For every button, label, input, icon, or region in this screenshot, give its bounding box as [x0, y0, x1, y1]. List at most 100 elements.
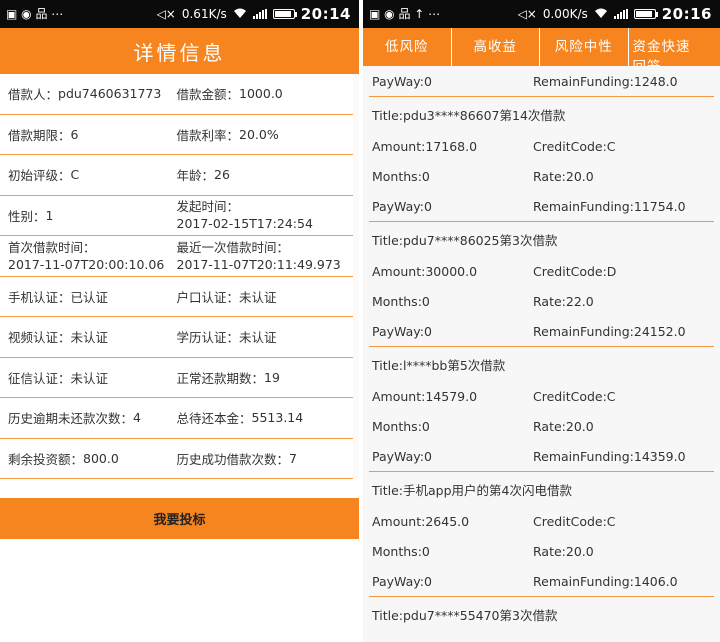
- tab-fast-return[interactable]: 资金快速回笼: [629, 28, 720, 66]
- status-left-icons: ▣ ◉ 品 ↑ ⋯: [369, 8, 440, 20]
- notification-icons: ▣ ◉ 品 ⋯: [6, 7, 64, 21]
- detail-row: 剩余投资额： 800.0 历史成功借款次数： 7: [0, 438, 354, 479]
- field-label: 总待还本金：: [176, 411, 252, 427]
- field-value: 800.0: [83, 450, 119, 466]
- status-bar: ▣ ◉ 品 ↑ ⋯ ◁× 0.00K/s 20:16: [363, 0, 720, 28]
- battery-icon: [633, 9, 658, 19]
- detail-successful-loans: 历史成功借款次数： 7: [177, 439, 354, 479]
- loan-list[interactable]: PayWay:0 RemainFunding:1248.0 Title:pdu3…: [363, 66, 720, 642]
- detail-remaining-investment: 剩余投资额： 800.0: [0, 439, 177, 479]
- tab-low-risk[interactable]: 低风险: [363, 28, 452, 66]
- detail-overdue-count: 历史逾期未还款次数： 4: [0, 398, 177, 438]
- tab-label: 风险中性: [554, 39, 613, 55]
- loan-card[interactable]: Title:pdu7****55470第3次借款: [363, 597, 714, 631]
- field-label: 户口认证：: [176, 289, 240, 305]
- loan-remain-funding: RemainFunding:1248.0: [533, 73, 678, 89]
- loan-row: PayWay:0 RemainFunding:14359.0: [363, 441, 714, 471]
- field-value: C: [70, 167, 80, 183]
- field-value: 2017-11-07T20:11:49.973: [176, 256, 341, 272]
- loan-title: Title:l****bb第5次借款: [372, 357, 506, 373]
- loan-amount: Amount:14579.0: [372, 388, 478, 404]
- loan-row: Amount:17168.0 CreditCode:C: [363, 131, 714, 161]
- field-value: pdu7460631773: [58, 86, 162, 102]
- field-label: 首次借款时间：: [8, 239, 96, 255]
- field-label: 借款期限：: [8, 127, 71, 143]
- network-speed: 0.61K/s: [181, 7, 227, 21]
- field-value: 2017-11-07T20:00:10.06: [8, 256, 165, 272]
- loan-row: Months:0 Rate:22.0: [363, 286, 714, 316]
- loan-remain-funding: RemainFunding:14359.0: [533, 448, 686, 464]
- field-value: 20.0%: [239, 126, 279, 142]
- detail-phone-auth: 手机认证： 已认证: [0, 277, 177, 317]
- field-value: 未认证: [70, 370, 109, 386]
- field-label: 学历认证：: [176, 330, 240, 346]
- detail-amount: 借款金额： 1000.0: [177, 74, 354, 114]
- detail-normal-repayments: 正常还款期数： 19: [177, 358, 354, 398]
- field-value: 未认证: [70, 330, 109, 346]
- detail-row: 初始评级： C 年龄： 26: [0, 155, 353, 196]
- tab-high-yield[interactable]: 高收益: [452, 28, 540, 66]
- status-left-icons: ▣ ◉ 品 ⋯: [6, 8, 63, 20]
- blank-area: [0, 539, 359, 642]
- detail-borrower: 借款人： pdu7460631773: [0, 74, 177, 114]
- loan-card[interactable]: Title:l****bb第5次借款 Amount:14579.0 Credit…: [363, 347, 714, 472]
- loan-credit-code: CreditCode:D: [533, 263, 617, 279]
- field-label: 剩余投资额：: [8, 451, 84, 467]
- loan-row: Amount:2645.0 CreditCode:C: [363, 506, 714, 536]
- loan-rate: Rate:20.0: [533, 543, 594, 559]
- loan-months: Months:0: [372, 293, 430, 309]
- loan-list-inner: PayWay:0 RemainFunding:1248.0 Title:pdu3…: [363, 66, 720, 631]
- clock: 20:14: [300, 5, 351, 23]
- notification-icons: ▣ ◉ 品 ↑ ⋯: [369, 7, 441, 21]
- field-label: 历史逾期未还款次数：: [8, 411, 134, 427]
- detail-outstanding-principal: 总待还本金： 5513.14: [177, 398, 354, 438]
- tab-label: 高收益: [473, 39, 517, 55]
- status-bar: ▣ ◉ 品 ⋯ ◁× 0.61K/s 20:14: [0, 0, 359, 28]
- loan-remain-funding: RemainFunding:1406.0: [533, 573, 678, 589]
- field-value: 5513.14: [251, 410, 304, 426]
- detail-row: 视频认证： 未认证 学历认证： 未认证: [0, 317, 353, 358]
- loan-card[interactable]: PayWay:0 RemainFunding:1248.0: [363, 66, 714, 97]
- loan-title: Title:pdu7****86025第3次借款: [372, 232, 558, 248]
- field-label: 借款金额：: [176, 87, 240, 103]
- field-label: 性别：: [8, 208, 46, 224]
- loan-row: PayWay:0 RemainFunding:11754.0: [363, 191, 714, 221]
- detail-education-auth: 学历认证： 未认证: [177, 317, 354, 357]
- detail-row: 性别： 1 发起时间： 2017-02-15T17:24:54: [0, 195, 353, 236]
- mute-icon: ◁×: [517, 7, 537, 21]
- clock: 20:16: [661, 5, 712, 23]
- field-value: 已认证: [70, 289, 109, 305]
- detail-rate: 借款利率： 20.0%: [177, 115, 354, 155]
- field-label: 视频认证：: [8, 330, 71, 346]
- signal-icon: [252, 9, 267, 19]
- detail-row: 借款人： pdu7460631773 借款金额： 1000.0: [0, 74, 353, 115]
- loan-credit-code: CreditCode:C: [533, 513, 616, 529]
- field-value: 4: [133, 410, 141, 426]
- loan-card[interactable]: Title:手机app用户的第4次闪电借款 Amount:2645.0 Cred…: [363, 472, 714, 597]
- battery-icon: [272, 9, 297, 19]
- field-value: 6: [70, 126, 79, 142]
- detail-row: 首次借款时间： 2017-11-07T20:00:10.06 最近一次借款时间：…: [0, 236, 353, 277]
- status-right: ◁× 0.61K/s 20:14: [157, 5, 351, 23]
- loan-card[interactable]: Title:pdu7****86025第3次借款 Amount:30000.0 …: [363, 222, 714, 347]
- loan-title: Title:pdu7****55470第3次借款: [372, 607, 558, 623]
- loan-months: Months:0: [372, 418, 430, 434]
- loan-row: Months:0 Rate:20.0: [363, 161, 714, 191]
- loan-payway: PayWay:0: [372, 73, 432, 89]
- loan-card[interactable]: Title:pdu3****86607第14次借款 Amount:17168.0…: [363, 97, 714, 222]
- detail-list: 借款人： pdu7460631773 借款金额： 1000.0 借款期限： 6 …: [0, 74, 359, 479]
- tab-risk-neutral[interactable]: 风险中性: [540, 28, 629, 66]
- loan-amount: Amount:17168.0: [372, 138, 478, 154]
- loan-months: Months:0: [372, 543, 430, 559]
- left-phone-screen: ▣ ◉ 品 ⋯ ◁× 0.61K/s 20:14 详情信息 借款人： pdu74…: [0, 0, 359, 642]
- field-label: 年龄：: [176, 168, 215, 184]
- wifi-icon: [233, 8, 247, 21]
- right-phone-screen: ▣ ◉ 品 ↑ ⋯ ◁× 0.00K/s 20:16 低风险 高收益 风险中性 …: [363, 0, 720, 642]
- field-value: 未认证: [239, 289, 277, 305]
- network-speed: 0.00K/s: [542, 7, 588, 21]
- bid-button[interactable]: 我要投标: [0, 498, 359, 539]
- field-value: 26: [214, 167, 230, 183]
- loan-credit-code: CreditCode:C: [533, 138, 616, 154]
- loan-credit-code: CreditCode:C: [533, 388, 616, 404]
- page-title-bar: 详情信息: [0, 28, 359, 74]
